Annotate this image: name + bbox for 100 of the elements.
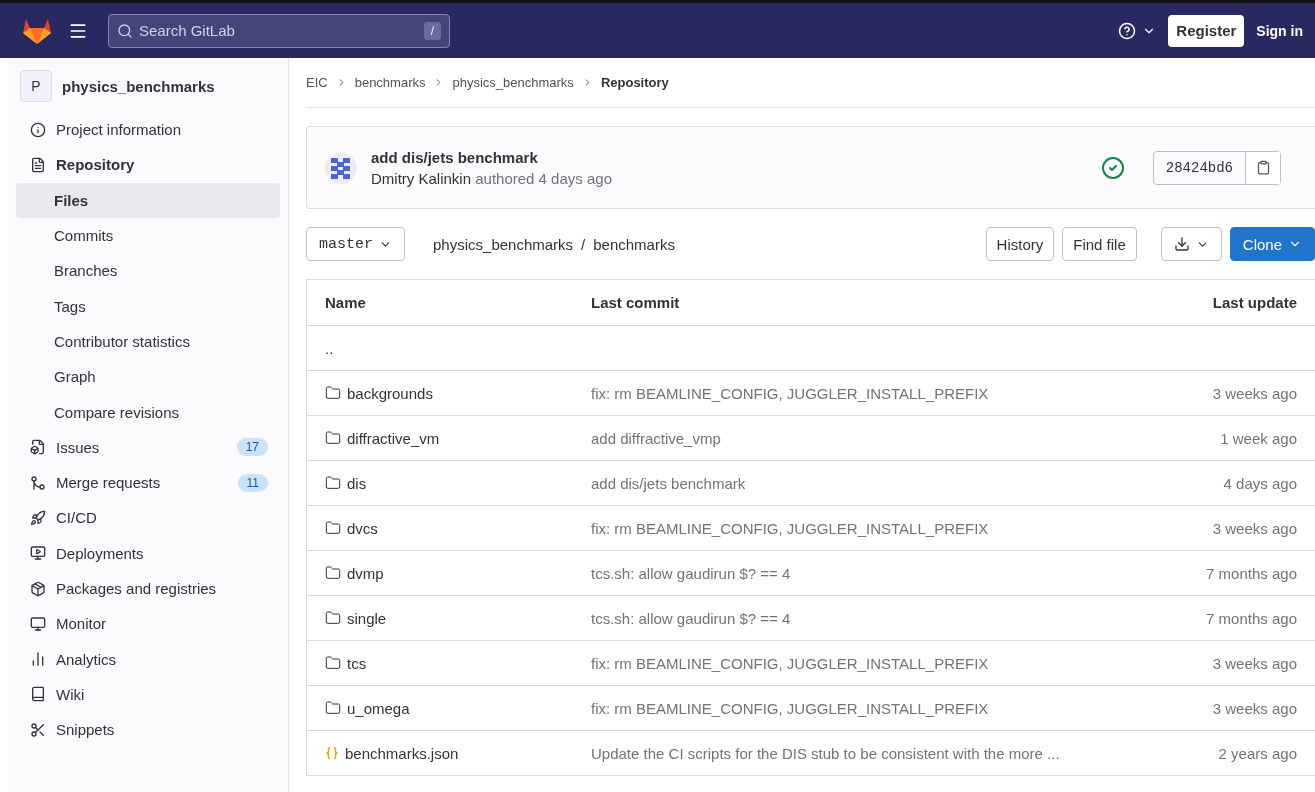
folder-icon xyxy=(325,655,341,671)
sidebar-item[interactable]: Snippets xyxy=(16,712,280,748)
file-name[interactable]: dvmp xyxy=(325,564,591,582)
commit-message[interactable]: add diffractive_vmp xyxy=(591,429,1097,447)
update-time: 2 years ago xyxy=(1217,744,1297,762)
sidebar-item[interactable]: Wiki xyxy=(16,676,280,713)
search-field[interactable]: Search GitLab / xyxy=(108,13,450,48)
rocket-icon xyxy=(30,509,46,526)
sidebar-subitem[interactable]: Files xyxy=(16,182,280,218)
merge-icon xyxy=(30,474,46,491)
find-file-button[interactable]: Find file xyxy=(1062,227,1137,261)
sidebar-item[interactable]: Monitor xyxy=(16,606,280,642)
path-link[interactable]: physics_benchmarks xyxy=(433,235,574,253)
download-icon xyxy=(1173,236,1190,252)
project-avatar[interactable]: P xyxy=(20,70,52,102)
monitor-icon xyxy=(30,615,46,632)
update-time: 3 weeks ago xyxy=(1211,519,1297,537)
sidebar-item[interactable]: Merge requests 11 xyxy=(16,464,280,501)
help-icon[interactable] xyxy=(1118,21,1137,40)
sidebar-label: Project information xyxy=(56,121,182,139)
count-badge: 11 xyxy=(237,473,268,492)
folder-icon xyxy=(325,430,341,446)
sidebar-label: Issues xyxy=(56,438,100,456)
breadcrumb-link[interactable]: physics_benchmarks xyxy=(452,75,574,90)
folder-icon xyxy=(325,385,341,401)
clone-button[interactable]: Clone xyxy=(1229,227,1315,261)
sidebar-item[interactable]: Project information xyxy=(16,112,280,148)
commit-message[interactable]: tcs.sh: allow gaudirun $? == 4 xyxy=(591,609,1097,627)
column-header: Last commit xyxy=(591,294,681,311)
sidebar-subitem[interactable]: Tags xyxy=(16,288,280,324)
sidebar-label: Merge requests xyxy=(56,474,161,492)
book-icon xyxy=(30,686,46,703)
file-name[interactable]: dis xyxy=(325,474,591,492)
sidebar-label: Snippets xyxy=(56,721,115,739)
file-name[interactable]: benchmarks.json xyxy=(325,744,591,762)
document-icon xyxy=(30,156,46,173)
sidebar-subitem[interactable]: Compare revisions xyxy=(16,394,280,430)
sidebar-label: Deployments xyxy=(56,544,144,562)
package-icon xyxy=(30,580,46,597)
path-separator-text: / xyxy=(581,235,586,253)
sidebar-label: Monitor xyxy=(56,615,107,633)
file-name[interactable]: diffractive_vm xyxy=(325,429,591,447)
breadcrumb-link[interactable]: Repository xyxy=(600,75,669,90)
sidebar-item[interactable]: CI/CD xyxy=(16,500,280,536)
count-badge: 17 xyxy=(236,438,268,457)
commit-message[interactable]: fix: rm BEAMLINE_CONFIG, JUGGLER_INSTALL_PREFIX xyxy=(591,699,1097,717)
folder-icon xyxy=(325,700,341,716)
file-name[interactable]: backgrounds xyxy=(325,384,591,402)
sidebar-label: Wiki xyxy=(56,685,85,703)
file-name[interactable]: dvcs xyxy=(325,519,591,537)
commit-message[interactable]: fix: rm BEAMLINE_CONFIG, JUGGLER_INSTALL_PREFIX xyxy=(591,519,1097,537)
commit-message[interactable]: add dis/jets benchmark xyxy=(591,474,1097,492)
chart-icon xyxy=(30,651,46,668)
sidebar-subitem[interactable]: Graph xyxy=(16,359,280,395)
folder-icon xyxy=(325,565,341,581)
folder-icon xyxy=(325,475,341,491)
update-time: 1 week ago xyxy=(1219,429,1297,447)
commit-message[interactable]: Update the CI scripts for the DIS stub to be consistent with the more ... xyxy=(591,744,1097,762)
sidebar-item[interactable]: Analytics xyxy=(16,641,280,677)
download-button[interactable] xyxy=(1160,227,1222,261)
search-icon xyxy=(117,22,133,39)
sidebar-item[interactable]: Packages and registries xyxy=(16,570,280,607)
sign-in-link[interactable]: Sign in xyxy=(1256,22,1303,39)
sidebar-label: Packages and registries xyxy=(56,580,217,597)
file-name[interactable]: .. xyxy=(325,339,591,357)
project-name[interactable]: physics_benchmarks xyxy=(62,77,215,95)
update-time: 7 months ago xyxy=(1205,609,1297,627)
file-name[interactable]: tcs xyxy=(325,654,591,672)
breadcrumb-link[interactable]: benchmarks xyxy=(354,75,426,90)
path-link[interactable]: benchmarks xyxy=(593,235,675,253)
history-button[interactable]: History xyxy=(985,227,1055,261)
sidebar-label: Repository xyxy=(56,156,135,174)
sidebar-subitem[interactable]: Commits xyxy=(16,217,280,254)
issues-icon xyxy=(30,439,46,456)
sidebar-label: Analytics xyxy=(56,650,117,668)
folder-icon xyxy=(325,610,341,626)
update-time: 3 weeks ago xyxy=(1211,384,1297,402)
commit-message[interactable]: tcs.sh: allow gaudirun $? == 4 xyxy=(591,564,1097,582)
sidebar-item[interactable]: Deployments xyxy=(16,535,280,571)
folder-icon xyxy=(325,520,341,536)
update-time: 7 months ago xyxy=(1205,564,1297,582)
update-time: 3 weeks ago xyxy=(1211,699,1297,717)
file-name[interactable]: single xyxy=(325,609,591,627)
commit-message[interactable]: fix: rm BEAMLINE_CONFIG, JUGGLER_INSTALL_PREFIX xyxy=(591,654,1097,672)
json-icon xyxy=(325,746,339,760)
pipeline-status-icon[interactable] xyxy=(1100,155,1125,180)
column-header: Last update xyxy=(1211,294,1297,311)
commit-message[interactable]: fix: rm BEAMLINE_CONFIG, JUGGLER_INSTALL_PREFIX xyxy=(591,384,1097,402)
file-name[interactable]: u_omega xyxy=(325,699,591,717)
copy-button[interactable] xyxy=(1246,151,1280,184)
sidebar-item[interactable]: Issues 17 xyxy=(16,429,280,465)
info-icon xyxy=(30,121,46,138)
scissors-icon xyxy=(30,721,46,738)
sidebar-subitem[interactable]: Branches xyxy=(16,253,280,289)
breadcrumb-link[interactable]: EIC xyxy=(306,75,328,90)
sidebar-item[interactable]: Repository xyxy=(16,147,280,183)
sidebar-subitem[interactable]: Contributor statistics xyxy=(16,323,280,360)
branch-dropdown[interactable]: master xyxy=(306,227,405,261)
commit-title[interactable]: add dis/jets benchmark xyxy=(371,148,612,166)
register-button[interactable]: Register xyxy=(1168,14,1245,47)
